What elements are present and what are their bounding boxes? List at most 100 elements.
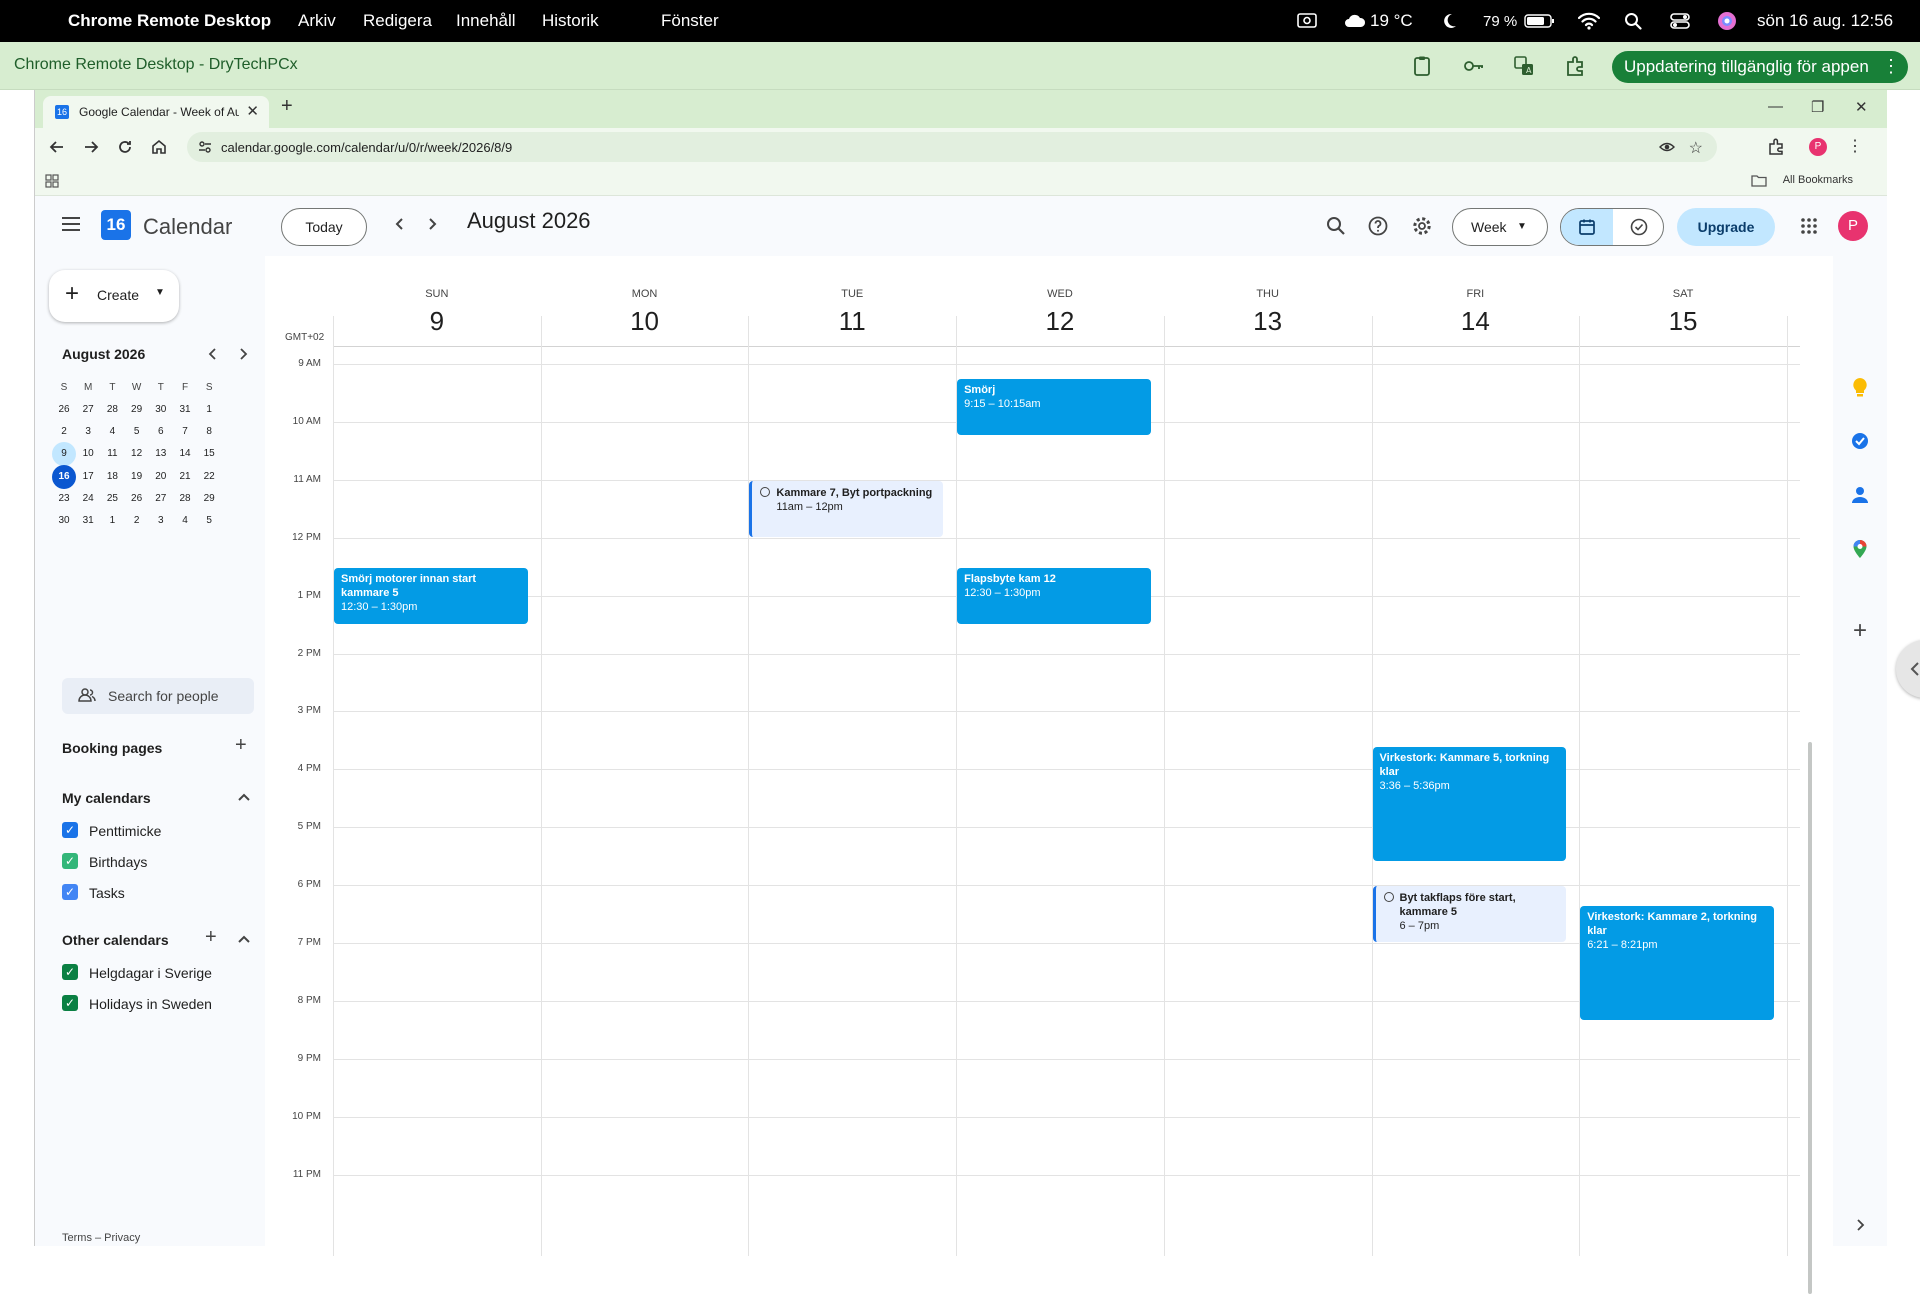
mini-day[interactable]: 6 xyxy=(149,420,173,444)
mini-day[interactable]: 22 xyxy=(197,465,221,489)
url-text[interactable]: calendar.google.com/calendar/u/0/r/week/… xyxy=(221,140,512,155)
extensions-icon[interactable] xyxy=(1564,54,1588,78)
mini-day[interactable]: 31 xyxy=(173,398,197,422)
search-people-input[interactable]: Search for people xyxy=(62,678,254,714)
mini-day[interactable]: 3 xyxy=(149,509,173,533)
key-icon[interactable] xyxy=(1462,54,1486,78)
today-button[interactable]: Today xyxy=(281,208,367,246)
calendar-checkbox[interactable]: ✓ xyxy=(62,964,78,980)
task-item[interactable]: Byt takflaps före start, kammare 56 – 7p… xyxy=(1372,886,1567,942)
mini-day[interactable]: 5 xyxy=(197,509,221,533)
mini-day[interactable]: 14 xyxy=(173,442,197,466)
mini-day[interactable]: 27 xyxy=(76,398,100,422)
maps-icon[interactable] xyxy=(1849,538,1871,560)
my-calendars-heading[interactable]: My calendars xyxy=(62,790,151,806)
mini-day[interactable]: 1 xyxy=(197,398,221,422)
profile-avatar[interactable]: P xyxy=(1809,138,1827,156)
keep-icon[interactable] xyxy=(1849,376,1871,398)
mini-day[interactable]: 31 xyxy=(76,509,100,533)
add-booking-page-icon[interactable]: + xyxy=(235,734,247,757)
side-drawer-handle[interactable] xyxy=(1896,640,1920,698)
calendar-event[interactable]: Smörj 9:15 – 10:15am xyxy=(957,379,1151,436)
mini-prev-month-icon[interactable] xyxy=(207,347,219,361)
calendar-logo-icon[interactable]: 16 xyxy=(101,210,131,240)
search-icon[interactable] xyxy=(1326,216,1346,236)
restore-icon[interactable]: ❐ xyxy=(1811,98,1824,116)
mini-day[interactable]: 21 xyxy=(173,465,197,489)
eye-hidden-icon[interactable] xyxy=(1659,139,1675,155)
calendar-view-toggle[interactable] xyxy=(1561,209,1613,245)
menu-arkiv[interactable]: Arkiv xyxy=(298,11,336,31)
moon-icon[interactable] xyxy=(1440,0,1458,42)
all-bookmarks-link[interactable]: All Bookmarks xyxy=(1783,174,1853,186)
mini-day[interactable]: 13 xyxy=(149,442,173,466)
calendar-event[interactable]: Smörj motorer innan start kammare 5 12:30… xyxy=(334,567,528,624)
menu-innehall[interactable]: Innehåll xyxy=(456,11,516,31)
mini-day[interactable]: 12 xyxy=(125,442,149,466)
mini-day[interactable]: 8 xyxy=(197,420,221,444)
other-calendars-heading[interactable]: Other calendars xyxy=(62,932,169,948)
mini-next-month-icon[interactable] xyxy=(237,347,249,361)
terms-privacy-link[interactable]: Terms – Privacy xyxy=(62,1232,140,1244)
menu-redigera[interactable]: Redigera xyxy=(363,11,432,31)
day-number[interactable]: 15 xyxy=(1653,306,1713,337)
back-icon[interactable] xyxy=(47,137,67,157)
mini-day[interactable]: 26 xyxy=(52,398,76,422)
mini-day[interactable]: 28 xyxy=(173,487,197,511)
crd-status-icon[interactable] xyxy=(1296,0,1318,42)
mini-day[interactable]: 4 xyxy=(100,420,124,444)
account-avatar[interactable]: P xyxy=(1838,211,1868,241)
calendar-app-name[interactable]: Calendar xyxy=(143,214,232,240)
mini-day[interactable]: 16 xyxy=(52,464,76,489)
wifi-icon[interactable] xyxy=(1578,0,1600,42)
browser-menu-icon[interactable]: ⋮ xyxy=(1847,136,1863,156)
reload-icon[interactable] xyxy=(115,137,135,157)
mini-day[interactable]: 3 xyxy=(76,420,100,444)
mini-day[interactable]: 5 xyxy=(125,420,149,444)
siri-icon[interactable] xyxy=(1717,0,1737,42)
mini-day[interactable]: 2 xyxy=(125,509,149,533)
next-week-icon[interactable] xyxy=(425,216,439,232)
app-update-button[interactable]: Uppdatering tillgänglig för appen ⋮ xyxy=(1612,51,1908,83)
day-number[interactable]: 13 xyxy=(1238,306,1298,337)
tab-google-calendar[interactable]: 16 Google Calendar - Week of August 9, 2… xyxy=(43,96,269,128)
mini-day[interactable]: 11 xyxy=(100,442,124,466)
google-apps-icon[interactable] xyxy=(1800,217,1818,235)
mini-day[interactable]: 27 xyxy=(149,487,173,511)
task-circle-icon[interactable] xyxy=(1383,892,1394,903)
mini-day[interactable]: 29 xyxy=(197,487,221,511)
mini-day[interactable]: 25 xyxy=(100,487,124,511)
mini-day[interactable]: 17 xyxy=(76,465,100,489)
mini-day[interactable]: 26 xyxy=(125,487,149,511)
add-other-calendar-icon[interactable]: + xyxy=(205,926,217,949)
weather-temp[interactable]: 19 °C xyxy=(1370,0,1413,42)
new-tab-icon[interactable]: + xyxy=(281,95,293,118)
mini-day[interactable]: 23 xyxy=(52,487,76,511)
site-info-icon[interactable] xyxy=(197,139,213,155)
menu-fonster[interactable]: Fönster xyxy=(661,11,719,31)
calendar-label[interactable]: Penttimicke xyxy=(89,823,161,839)
apps-grid-icon[interactable] xyxy=(45,174,59,188)
create-button[interactable]: + Create ▼ xyxy=(49,270,179,322)
mini-day[interactable]: 9 xyxy=(52,442,76,467)
menubar-clock[interactable]: sön 16 aug. 12:56 xyxy=(1757,0,1893,42)
day-number[interactable]: 11 xyxy=(822,306,882,337)
calendar-checkbox[interactable]: ✓ xyxy=(62,884,78,900)
task-item[interactable]: Kammare 7, Byt portpackning 11am – 12pm xyxy=(749,480,944,537)
mini-day[interactable]: 20 xyxy=(149,465,173,489)
mini-day[interactable]: 30 xyxy=(149,398,173,422)
calendar-checkbox[interactable]: ✓ xyxy=(62,995,78,1011)
window-close-icon[interactable]: ✕ xyxy=(1855,98,1868,116)
browser-extensions-icon[interactable] xyxy=(1767,137,1787,157)
home-icon[interactable] xyxy=(149,137,169,157)
calendar-event[interactable]: Virkestork: Kammare 2, torkning klar 6:21… xyxy=(1580,906,1774,1021)
calendar-checkbox[interactable]: ✓ xyxy=(62,853,78,869)
calendar-label[interactable]: Holidays in Sweden xyxy=(89,996,212,1012)
mini-day[interactable]: 24 xyxy=(76,487,100,511)
contacts-icon[interactable] xyxy=(1849,484,1871,506)
task-circle-icon[interactable] xyxy=(760,486,771,497)
spotlight-search-icon[interactable] xyxy=(1624,0,1642,42)
clipboard-icon[interactable] xyxy=(1410,54,1434,78)
help-icon[interactable] xyxy=(1368,216,1388,236)
mini-day[interactable]: 29 xyxy=(125,398,149,422)
